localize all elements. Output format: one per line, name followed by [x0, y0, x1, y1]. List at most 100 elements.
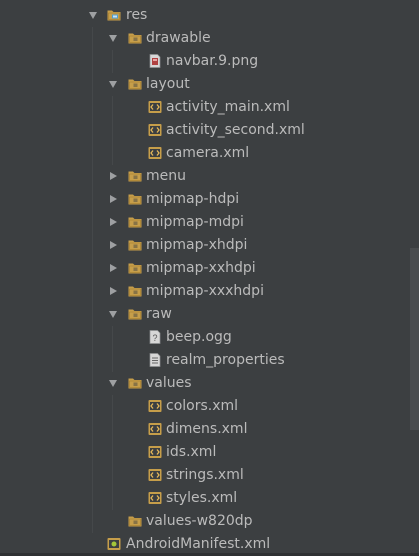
tree-item[interactable]: colors.xml: [0, 395, 410, 418]
chevron-right-icon[interactable]: [107, 211, 119, 234]
tree-item[interactable]: raw: [0, 303, 410, 326]
tree-item[interactable]: ? beep.ogg: [0, 326, 410, 349]
folder-icon: [128, 376, 142, 390]
tree-item[interactable]: values-w820dp: [0, 510, 410, 533]
tree-item-label: drawable: [146, 30, 211, 46]
tree-item-label: mipmap-xhdpi: [146, 237, 248, 253]
tree-item-label: AndroidManifest.xml: [126, 536, 271, 552]
folder-icon: [128, 215, 142, 229]
tree-item[interactable]: mipmap-hdpi: [0, 188, 410, 211]
manifest-file-icon: [107, 537, 121, 551]
indent-guide: [112, 349, 113, 372]
chevron-right-icon[interactable]: [107, 188, 119, 211]
tree-item-label: values-w820dp: [146, 513, 253, 529]
indent-guide: [112, 119, 113, 142]
chevron-down-icon[interactable]: [87, 4, 99, 27]
tree-item-label: values: [146, 375, 192, 391]
tree-item-label: mipmap-mdpi: [146, 214, 244, 230]
tree-item[interactable]: camera.xml: [0, 142, 410, 165]
tree-item[interactable]: dimens.xml: [0, 418, 410, 441]
folder-icon: [128, 284, 142, 298]
indent-guide: [92, 510, 93, 533]
chevron-down-icon[interactable]: [107, 27, 119, 50]
tree-item-label: dimens.xml: [166, 421, 248, 437]
indent-guide: [112, 418, 113, 441]
folder-icon: [128, 31, 142, 45]
tree-item[interactable]: activity_main.xml: [0, 96, 410, 119]
tree-item[interactable]: navbar.9.png: [0, 50, 410, 73]
indent-guide: [112, 50, 113, 73]
tree-item-label: raw: [146, 306, 172, 322]
chevron-down-icon[interactable]: [107, 73, 119, 96]
tree-item[interactable]: mipmap-xhdpi: [0, 234, 410, 257]
indent-guide: [92, 441, 93, 464]
tree-item-label: layout: [146, 76, 190, 92]
indent-guide: [92, 257, 93, 280]
xml-file-icon: [148, 146, 162, 160]
chevron-right-icon[interactable]: [107, 280, 119, 303]
tree-item[interactable]: strings.xml: [0, 464, 410, 487]
indent-guide: [112, 142, 113, 165]
chevron-right-icon[interactable]: [107, 257, 119, 280]
tree-item-label: styles.xml: [166, 490, 238, 506]
tree-item-label: activity_main.xml: [166, 99, 290, 115]
tree-item[interactable]: ids.xml: [0, 441, 410, 464]
tree-item-label: mipmap-xxhdpi: [146, 260, 256, 276]
tree-item[interactable]: drawable: [0, 27, 410, 50]
indent-guide: [92, 418, 93, 441]
indent-guide: [92, 211, 93, 234]
svg-text:?: ?: [152, 333, 157, 343]
tree-item-label: beep.ogg: [166, 329, 232, 345]
indent-guide: [92, 395, 93, 418]
tree-item[interactable]: mipmap-xxxhdpi: [0, 280, 410, 303]
tree-item[interactable]: realm_properties: [0, 349, 410, 372]
text-file-icon: [148, 353, 162, 367]
tree-item-label: menu: [146, 168, 186, 184]
chevron-down-icon[interactable]: [107, 303, 119, 326]
tree-item-label: res: [126, 7, 148, 23]
indent-guide: [92, 142, 93, 165]
chevron-down-icon[interactable]: [107, 372, 119, 395]
indent-guide: [112, 326, 113, 349]
tree-item-label: strings.xml: [166, 467, 244, 483]
unknown-file-icon: ?: [148, 330, 162, 344]
folder-icon: [128, 192, 142, 206]
tree-item[interactable]: layout: [0, 73, 410, 96]
xml-file-icon: [148, 399, 162, 413]
indent-guide: [112, 395, 113, 418]
chevron-right-icon[interactable]: [107, 165, 119, 188]
folder-icon: [128, 514, 142, 528]
chevron-right-icon[interactable]: [107, 234, 119, 257]
indent-guide: [92, 234, 93, 257]
xml-file-icon: [148, 123, 162, 137]
tree-item[interactable]: mipmap-xxhdpi: [0, 257, 410, 280]
tree-item[interactable]: styles.xml: [0, 487, 410, 510]
tree-item[interactable]: activity_second.xml: [0, 119, 410, 142]
indent-guide: [112, 464, 113, 487]
tree-item-label: activity_second.xml: [166, 122, 305, 138]
indent-guide: [92, 372, 93, 395]
vertical-scrollbar[interactable]: [410, 248, 419, 430]
indent-guide: [92, 464, 93, 487]
xml-file-icon: [148, 422, 162, 436]
xml-file-icon: [148, 468, 162, 482]
tree-item[interactable]: values: [0, 372, 410, 395]
indent-guide: [112, 487, 113, 510]
tree-item-label: camera.xml: [166, 145, 250, 161]
indent-guide: [92, 349, 93, 372]
indent-guide: [92, 487, 93, 510]
xml-file-icon: [148, 445, 162, 459]
indent-guide: [92, 73, 93, 96]
tree-item-label: mipmap-xxxhdpi: [146, 283, 264, 299]
tree-item[interactable]: mipmap-mdpi: [0, 211, 410, 234]
indent-guide: [92, 326, 93, 349]
tree-item-label: realm_properties: [166, 352, 285, 368]
indent-guide: [112, 441, 113, 464]
xml-file-icon: [148, 491, 162, 505]
folder-icon: [128, 77, 142, 91]
tree-item[interactable]: menu: [0, 165, 410, 188]
project-tree: res drawable navbar.9.png layout activity_ma…: [0, 4, 410, 556]
indent-guide: [92, 96, 93, 119]
indent-guide: [92, 50, 93, 73]
tree-item[interactable]: res: [0, 4, 410, 27]
